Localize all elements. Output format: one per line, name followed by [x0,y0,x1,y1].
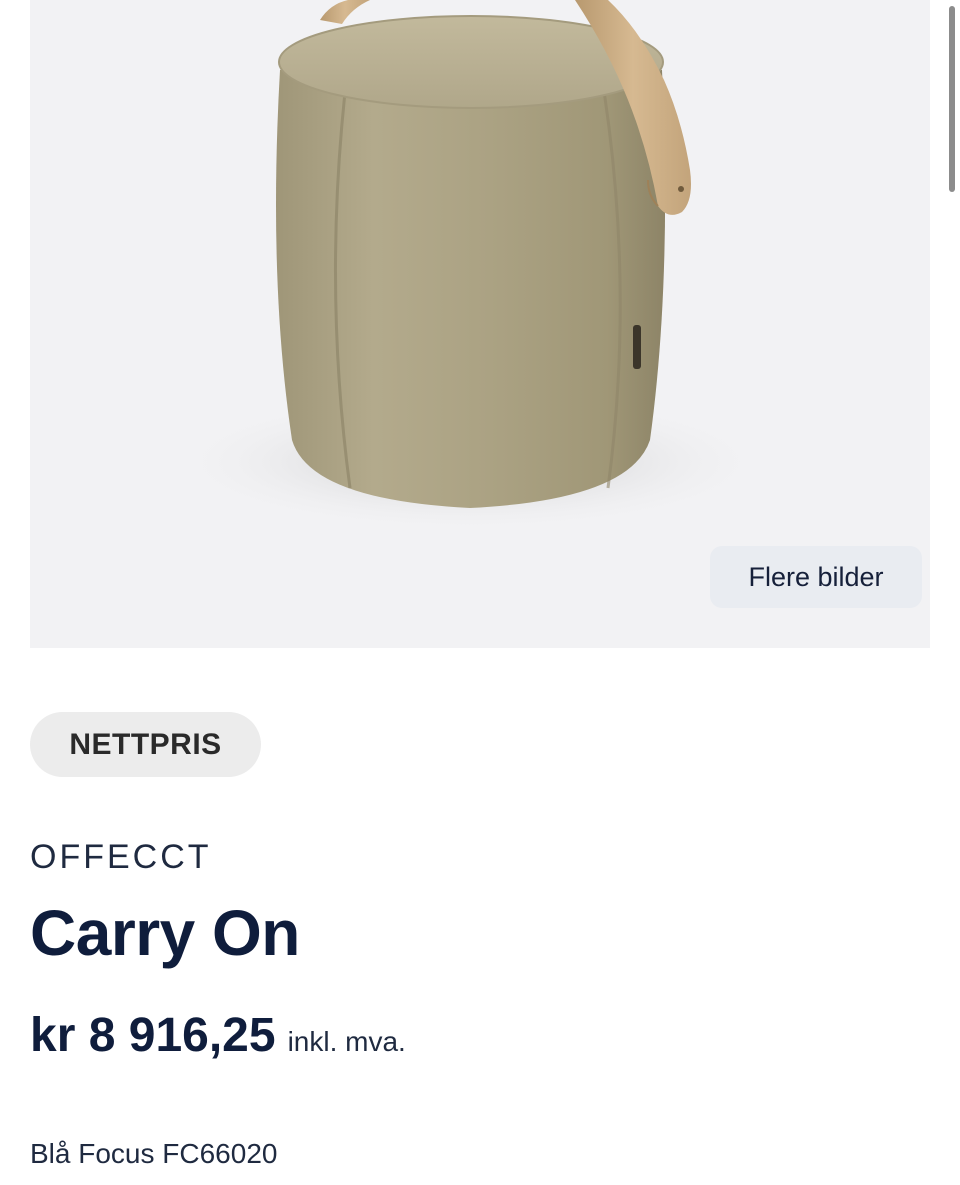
product-image[interactable]: Flere bilder [30,0,930,648]
net-price-badge: NETTPRIS [30,712,261,777]
product-price: kr 8 916,25 [30,1009,276,1062]
page-scrollbar[interactable] [942,0,960,648]
more-images-button[interactable]: Flere bilder [710,546,922,608]
vat-note: inkl. mva. [287,1026,406,1057]
brand-name[interactable]: OFFECCT [30,838,212,877]
product-variant: Blå Focus FC66020 [30,1138,278,1169]
scrollbar-thumb[interactable] [949,6,955,192]
price-row: kr 8 916,25 inkl. mva. [30,1008,406,1063]
product-title: Carry On [30,897,300,969]
product-page: Flere bilder NETTPRIS OFFECCT Carry On k… [0,0,960,1185]
